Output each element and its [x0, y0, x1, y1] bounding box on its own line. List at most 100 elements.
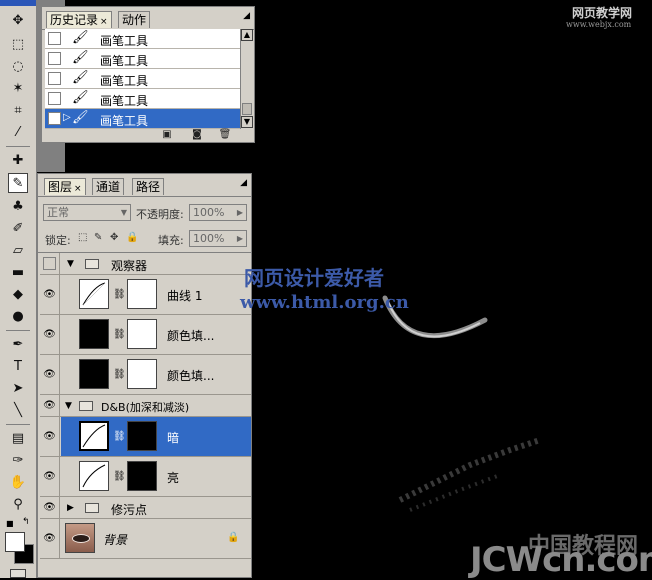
blend-mode-select[interactable]: 正常 ▼ [43, 204, 131, 221]
chain-link-icon: ⛓ [113, 471, 126, 482]
eye-icon[interactable]: 👁 [40, 497, 60, 518]
history-item[interactable]: 🖌 画笔工具 [45, 69, 240, 89]
layer-mask-thumbnail[interactable] [127, 319, 157, 349]
history-item-label: 画笔工具 [100, 34, 149, 48]
layer-row[interactable]: 👁 ⛓ 曲线 1 [40, 275, 251, 315]
snapshot-checkbox[interactable] [48, 112, 61, 125]
opacity-field[interactable]: 100% ▶ [189, 204, 247, 221]
layer-row[interactable]: 👁 ⛓ 颜色填... [40, 315, 251, 355]
swap-colors-icon[interactable]: ↰ [22, 517, 30, 527]
hand-icon[interactable]: ✋ [8, 472, 28, 492]
expand-triangle-icon[interactable]: ▼ [65, 401, 72, 411]
close-icon[interactable]: × [74, 184, 82, 194]
fill-label: 填充: [158, 234, 184, 247]
layer-name: 暗 [167, 431, 180, 445]
snapshot-checkbox[interactable] [48, 72, 61, 85]
default-colors-icon[interactable]: ■ [6, 519, 16, 529]
collapsed-triangle-icon[interactable]: ▶ [67, 503, 74, 513]
tab-history[interactable]: 历史记录 × [46, 11, 112, 28]
history-item-label: 画笔工具 [100, 94, 149, 108]
close-icon[interactable]: × [100, 17, 108, 27]
slice-icon[interactable]: ⁄ [8, 122, 28, 142]
layer-row-group[interactable]: 👁 ▼ D&B(加深和减淡) [40, 395, 251, 417]
blur-icon[interactable]: ◆ [8, 284, 28, 304]
history-item[interactable]: 🖌 画笔工具 [45, 29, 240, 49]
eraser-icon[interactable]: ▱ [8, 240, 28, 260]
pen-icon[interactable]: ✒ [8, 334, 28, 354]
panel-menu-icon[interactable]: ◢ [243, 11, 250, 21]
snapshot-checkbox[interactable] [48, 92, 61, 105]
scroll-down-icon[interactable]: ▼ [241, 116, 253, 128]
foreground-color-swatch[interactable] [5, 532, 25, 552]
scroll-up-icon[interactable]: ▲ [241, 29, 253, 41]
chain-link-icon: ⛓ [113, 329, 126, 340]
eye-icon[interactable]: 👁 [40, 395, 60, 416]
eye-icon[interactable]: 👁 [40, 417, 60, 456]
layer-name: 曲线 1 [167, 289, 203, 303]
gradient-icon[interactable]: ▬ [8, 262, 28, 282]
eye-icon[interactable]: 👁 [40, 275, 60, 314]
snapshot-checkbox[interactable] [48, 32, 61, 45]
curves-adjustment-icon [79, 279, 109, 309]
layer-mask-thumbnail[interactable] [127, 279, 157, 309]
layer-mask-thumbnail[interactable] [127, 461, 157, 491]
marquee-icon[interactable]: ⬚ [8, 34, 28, 54]
crop-icon[interactable]: ⌗ [8, 100, 28, 120]
line-icon[interactable]: ╲ [8, 400, 28, 420]
history-brush-icon[interactable]: ✐ [8, 218, 28, 238]
visibility-toggle[interactable] [40, 253, 60, 274]
quick-mask-icon[interactable] [10, 569, 26, 578]
eye-icon[interactable]: 👁 [40, 315, 60, 354]
watermark-top-right-url: www.webjx.com [566, 20, 632, 29]
visibility-off-box [43, 257, 56, 270]
layer-row[interactable]: 👁 ⛓ 亮 [40, 457, 251, 497]
layer-mask-thumbnail[interactable] [127, 421, 157, 451]
stamp-icon[interactable]: ♣ [8, 196, 28, 216]
lock-transparent-icon[interactable]: ⬚ [78, 232, 87, 243]
history-item-selected[interactable]: ▷ 🖌 画笔工具 [45, 109, 240, 129]
scroll-thumb[interactable] [242, 103, 252, 115]
type-icon[interactable]: T [8, 356, 28, 376]
eye-icon[interactable]: 👁 [40, 457, 60, 496]
move-icon[interactable]: ✥ [8, 10, 28, 30]
tab-paths[interactable]: 路径 [132, 178, 165, 195]
tool-separator [6, 424, 30, 425]
expand-triangle-icon[interactable]: ▼ [67, 259, 74, 269]
notes-icon[interactable]: ▤ [8, 428, 28, 448]
layer-name: 观察器 [111, 259, 148, 273]
snapshot-camera-icon[interactable]: ◙ [190, 129, 204, 141]
history-scrollbar[interactable]: ▲ ▼ [240, 29, 253, 129]
path-select-icon[interactable]: ➤ [8, 378, 28, 398]
history-item[interactable]: 🖌 画笔工具 [45, 89, 240, 109]
zoom-icon[interactable]: ⚲ [8, 494, 28, 514]
tab-layers[interactable]: 图层 × [44, 178, 86, 195]
layer-mask-thumbnail[interactable] [127, 359, 157, 389]
eye-icon[interactable]: 👁 [40, 519, 60, 558]
fill-field[interactable]: 100% ▶ [189, 230, 247, 247]
layer-name: 修污点 [111, 503, 148, 517]
brush-streak [409, 473, 501, 512]
panel-menu-icon[interactable]: ◢ [240, 178, 247, 188]
snapshot-checkbox[interactable] [48, 52, 61, 65]
healing-icon[interactable]: ✚ [8, 150, 28, 170]
tab-channels[interactable]: 通道 [92, 178, 125, 195]
eye-icon[interactable]: 👁 [40, 355, 60, 394]
layer-row-group[interactable]: 👁 ▶ 修污点 [40, 497, 251, 519]
eyedropper-icon[interactable]: ✑ [8, 450, 28, 470]
layer-row-selected[interactable]: 👁 ⛓ 暗 [40, 417, 251, 457]
layer-row[interactable]: 👁 ⛓ 颜色填... [40, 355, 251, 395]
brush-icon[interactable]: ✎ [8, 173, 28, 193]
dodge-icon[interactable]: ● [8, 306, 28, 326]
tab-actions[interactable]: 动作 [118, 11, 151, 28]
lasso-icon[interactable]: ◌ [8, 56, 28, 76]
magic-wand-icon[interactable]: ✶ [8, 78, 28, 98]
history-item[interactable]: 🖌 画笔工具 [45, 49, 240, 69]
layer-row[interactable]: 👁 背景 🔒 [40, 519, 251, 559]
trash-icon[interactable]: 🗑 [218, 129, 232, 141]
lock-all-icon[interactable]: 🔒 [126, 232, 138, 243]
layer-main: ▼ D&B(加深和减淡) [61, 395, 251, 416]
lock-position-icon[interactable]: ✥ [110, 232, 118, 243]
lock-image-icon[interactable]: ✎ [94, 232, 102, 243]
layer-row-group[interactable]: ▼ 观察器 [40, 253, 251, 275]
new-document-from-state-icon[interactable]: ▣ [160, 129, 174, 141]
